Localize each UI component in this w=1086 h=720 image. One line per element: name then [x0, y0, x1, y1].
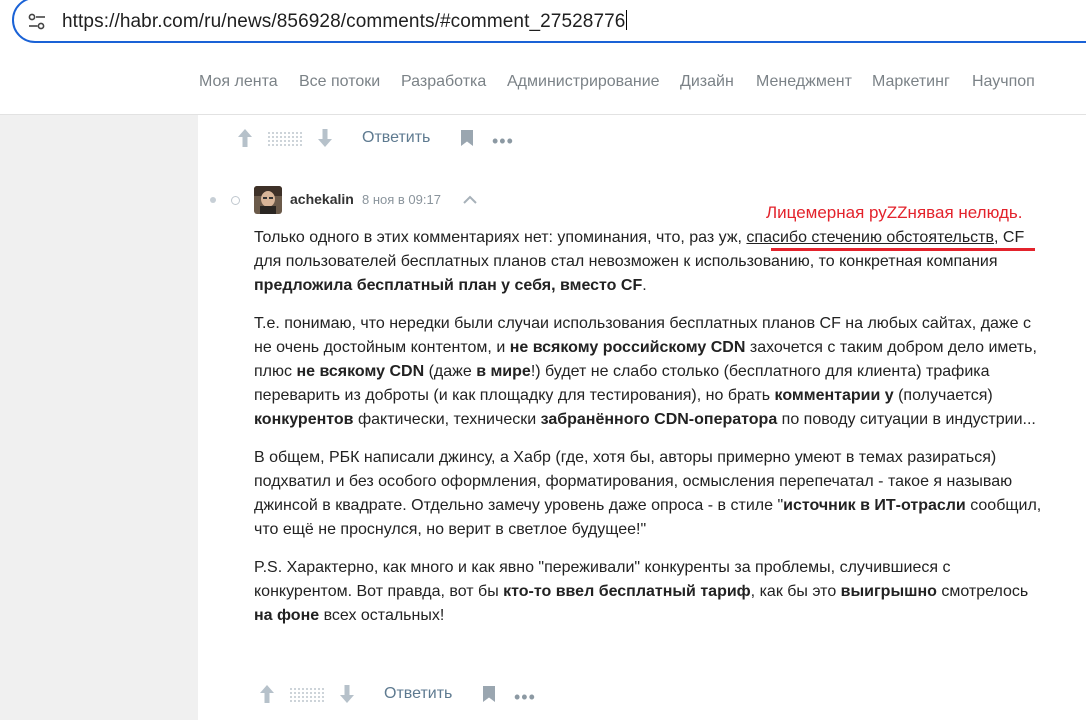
upvote-icon[interactable]: [258, 683, 276, 705]
text-fragment: фактически, технически: [353, 411, 541, 428]
comment-paragraph-4: P.S. Характерно, как много и как явно "п…: [254, 556, 1044, 628]
nav-item-marketing[interactable]: Маркетинг: [872, 73, 950, 91]
thread-indicator-dot: [210, 197, 216, 203]
downvote-icon[interactable]: [338, 683, 356, 705]
browser-address-bar: https://habr.com/ru/news/856928/comments…: [0, 0, 1086, 50]
text-fragment: .: [642, 277, 647, 294]
nav-item-all-streams[interactable]: Все потоки: [299, 73, 380, 91]
bold-text: на фоне: [254, 607, 320, 624]
nav-item-design[interactable]: Дизайн: [680, 73, 734, 91]
nav-item-development[interactable]: Разработка: [401, 73, 486, 91]
bold-text: комментарии у: [774, 387, 894, 404]
nav-item-popsci[interactable]: Научпоп: [972, 73, 1035, 91]
chevron-up-icon[interactable]: [462, 193, 478, 205]
site-settings-icon[interactable]: [27, 12, 47, 32]
text-fragment: Только одного в этих комментариях нет: у…: [254, 229, 747, 246]
upvote-icon[interactable]: [236, 127, 254, 149]
avatar-image: [254, 186, 282, 214]
nav-item-administration[interactable]: Администрирование: [507, 73, 660, 91]
thread-indicator-ring[interactable]: [231, 196, 240, 205]
comment-timestamp[interactable]: 8 ноя в 09:17: [362, 192, 441, 207]
more-options-icon[interactable]: •••: [514, 687, 536, 708]
annotation-text: Лицемерная руZZнявая нелюдь.: [766, 203, 1023, 222]
bold-text: в мире: [476, 363, 531, 380]
bold-text: кто-то ввел бесплатный тариф: [503, 583, 751, 600]
comment-paragraph-2: Т.е. понимаю, что нередки были случаи ис…: [254, 312, 1044, 432]
bold-text: источник в ИТ-отрасли: [783, 497, 966, 514]
comment-paragraph-1: Только одного в этих комментариях нет: у…: [254, 226, 1044, 298]
comment-body: Только одного в этих комментариях нет: у…: [254, 226, 1044, 642]
downvote-icon[interactable]: [316, 127, 334, 149]
reply-button[interactable]: Ответить: [384, 685, 452, 703]
url-text[interactable]: https://habr.com/ru/news/856928/comments…: [62, 10, 628, 33]
bold-text: конкурентов: [254, 411, 354, 428]
bold-text: выигрышно: [840, 583, 937, 600]
text-fragment: по поводу ситуации в индустрии...: [777, 411, 1036, 428]
bold-text: не всякому российскому CDN: [509, 339, 746, 356]
bold-text: не всякому CDN: [296, 363, 425, 380]
score-placeholder: [289, 687, 325, 703]
url-value: https://habr.com/ru/news/856928/comments…: [62, 11, 626, 32]
bookmark-icon[interactable]: [482, 685, 496, 703]
text-fragment: смотрелось: [936, 583, 1029, 600]
comment-actions-bottom: Ответить •••: [258, 683, 548, 707]
text-fragment: всех остальных!: [319, 607, 445, 624]
comment-paragraph-3: В общем, РБК написали джинсу, а Хабр (гд…: [254, 446, 1044, 542]
text-fragment: (получается): [893, 387, 993, 404]
nav-item-feed[interactable]: Моя лента: [199, 73, 278, 91]
text-caret: [626, 10, 628, 30]
text-fragment: (даже: [424, 363, 477, 380]
underlined-text: спасибо стечению обстоятельств: [746, 229, 995, 246]
text-fragment: , как бы это: [750, 583, 841, 600]
reply-button[interactable]: Ответить: [362, 129, 430, 147]
nav-item-management[interactable]: Менеджмент: [756, 73, 852, 91]
bold-text: забранённого CDN-оператора: [540, 411, 778, 428]
comment-actions-top: Ответить •••: [236, 127, 526, 151]
avatar[interactable]: [254, 186, 282, 214]
site-navigation: Моя лента Все потоки Разработка Админист…: [0, 50, 1086, 115]
comment-author[interactable]: achekalin: [290, 191, 354, 207]
more-options-icon[interactable]: •••: [492, 131, 514, 152]
bookmark-icon[interactable]: [460, 129, 474, 147]
score-placeholder: [267, 131, 303, 147]
bold-text: предложила бесплатный план у себя, вмест…: [254, 277, 643, 294]
